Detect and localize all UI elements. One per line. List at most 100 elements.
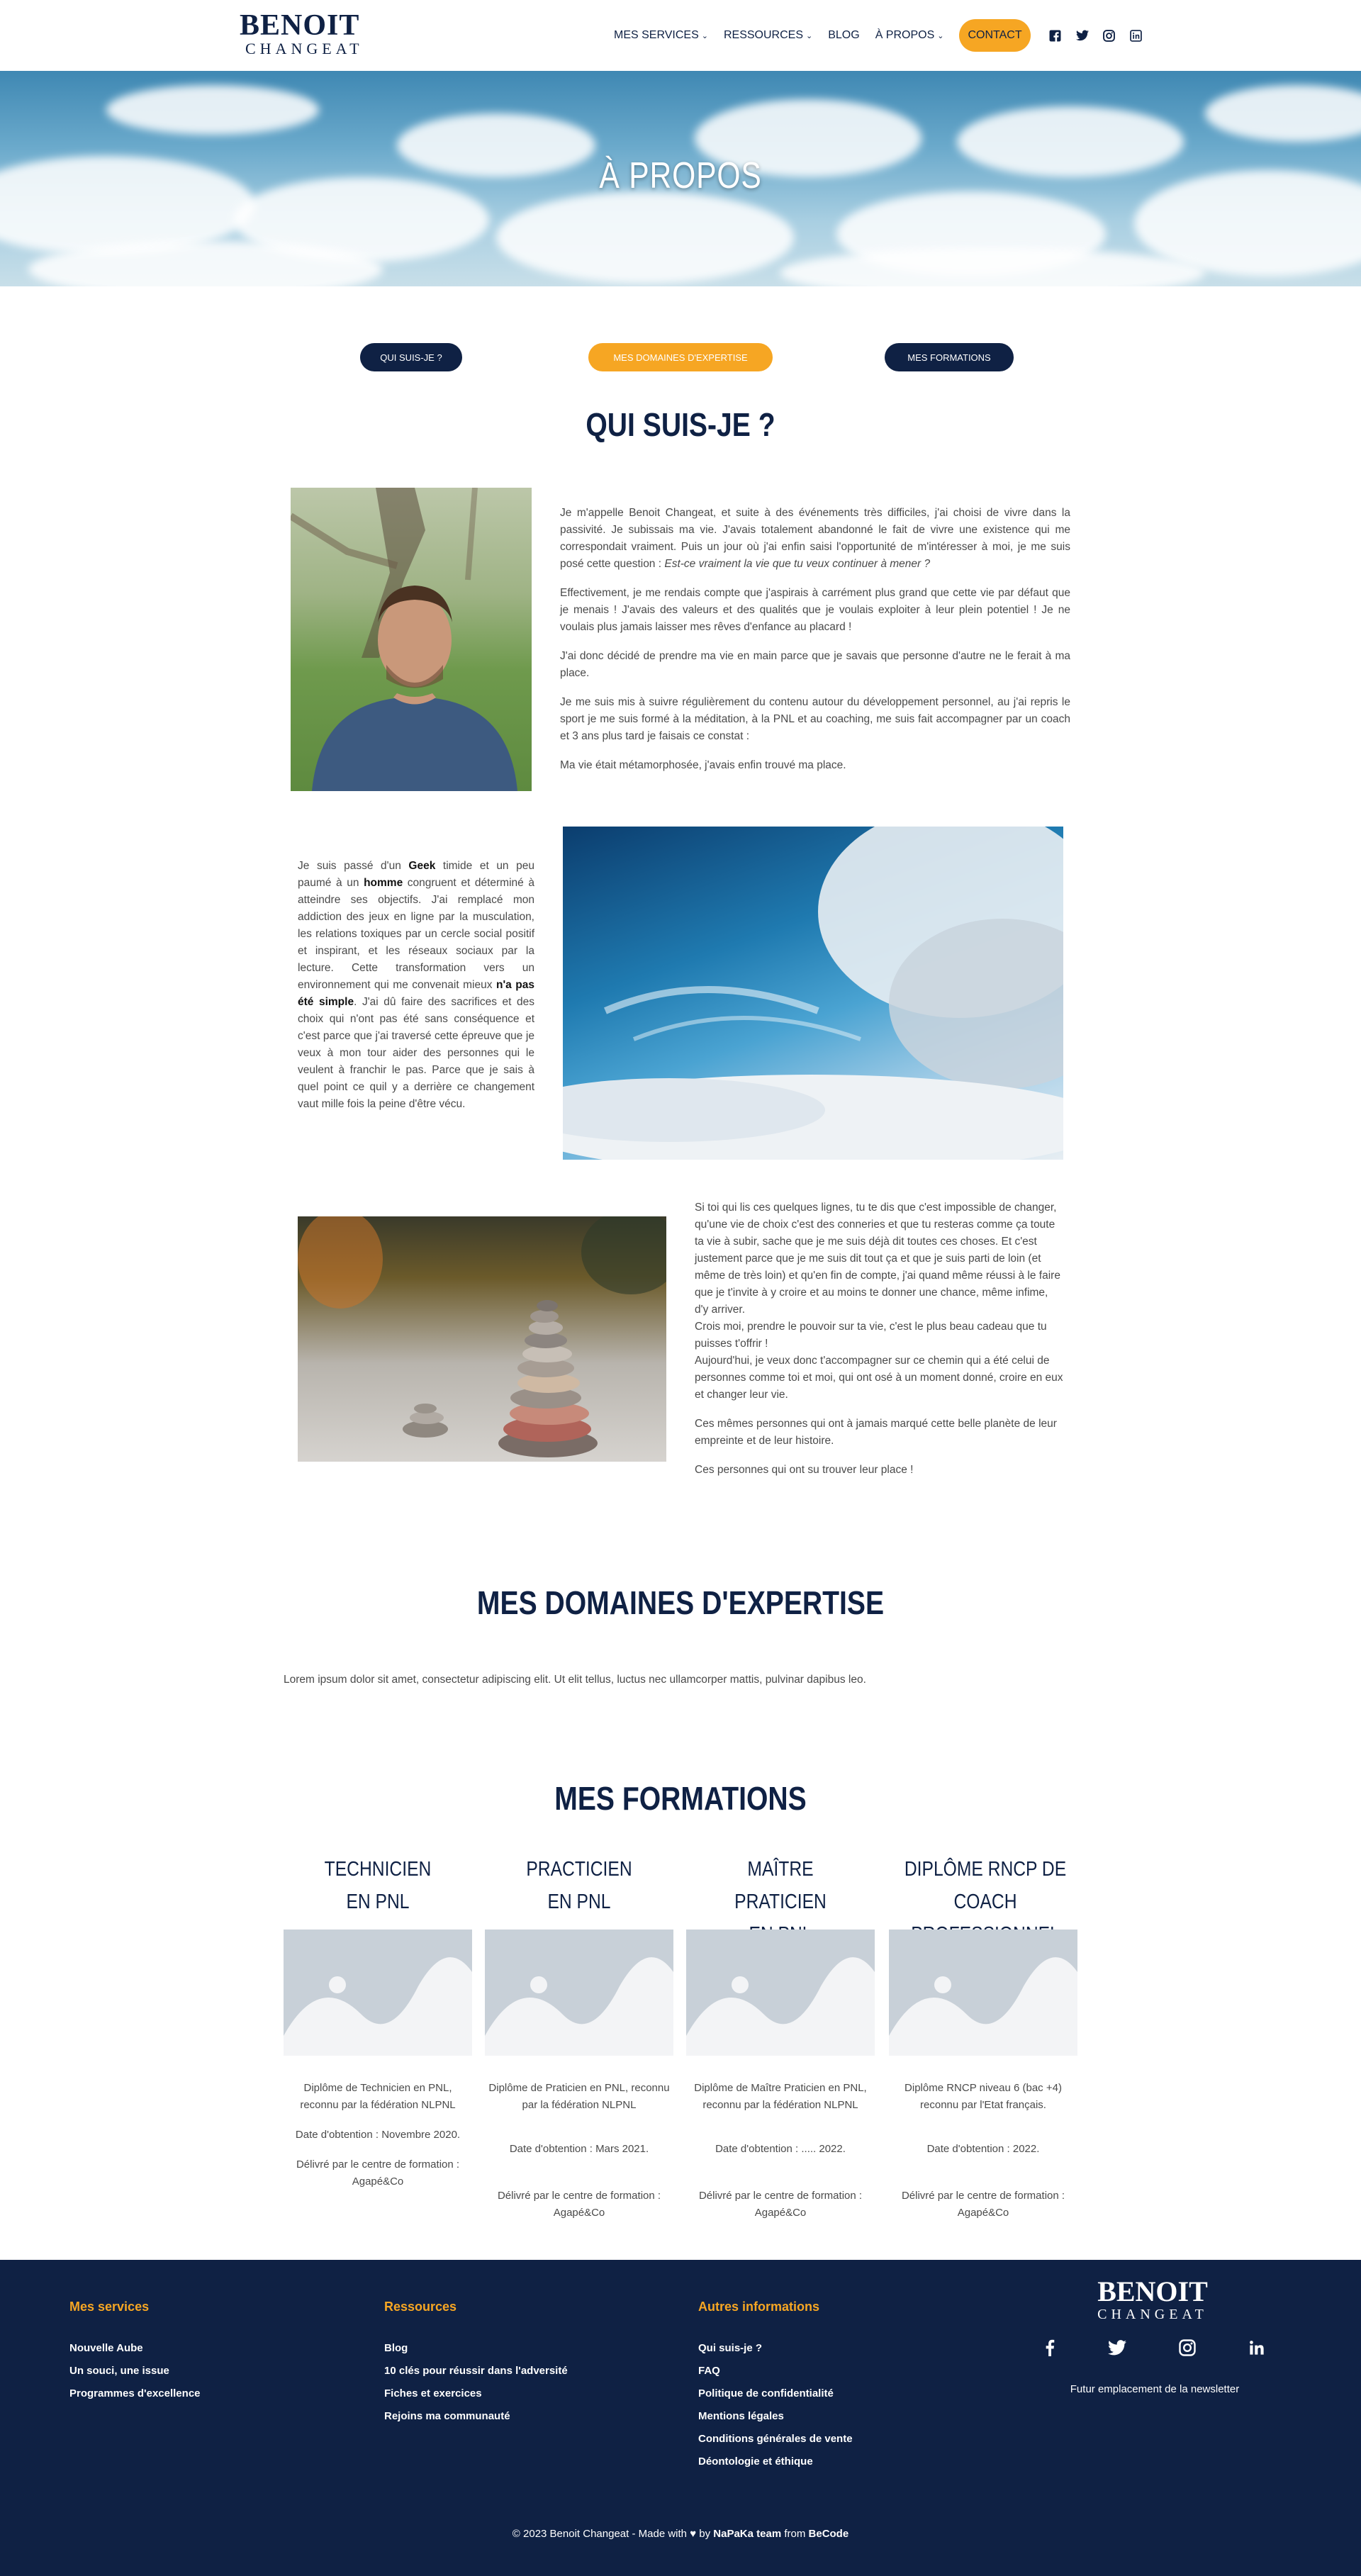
linkedin-icon[interactable] [1130,29,1143,42]
formation-center: Délivré par le centre de formation : Aga… [296,2158,460,2188]
qui-text-block-1: Je m'appelle Benoit Changeat, et suite à… [560,505,1070,786]
site-header: BENOIT CHANGEAT MES SERVICES ⌄ RESSOURCE… [0,0,1361,71]
footer-col-ressources: Ressources Blog 10 clés pour réussir dan… [384,2300,568,2428]
copyright: © 2023 Benoit Changeat - Made with ♥ by … [0,2528,1361,2540]
anchor-expertise[interactable]: MES DOMAINES D'EXPERTISE [588,343,773,371]
formation-card-text: Diplôme RNCP niveau 6 (bac +4) reconnu p… [892,2080,1075,2234]
qui-p1-question: Est-ce vraiment la vie que tu veux conti… [664,558,931,570]
footer-link[interactable]: FAQ [698,2360,853,2382]
formation-date: Date d'obtention : Mars 2021. [509,2143,649,2155]
nav-item-blog[interactable]: BLOG [828,29,859,42]
footer-link[interactable]: Fiches et exercices [384,2382,568,2405]
text-run: Je suis passé d'un [298,860,409,872]
chevron-down-icon: ⌄ [937,31,944,40]
text-bold: homme [364,877,403,889]
footer-link[interactable]: Qui suis-je ? [698,2337,853,2360]
formation-date: Date d'obtention : Novembre 2020. [295,2129,461,2141]
qui-paragraph: Ma vie était métamorphosée, j'avais enfi… [560,759,846,771]
expertise-text: Lorem ipsum dolor sit amet, consectetur … [284,1674,866,1686]
nav-item-services[interactable]: MES SERVICES ⌄ [614,29,708,42]
qui-text-block-2: Je suis passé d'un Geek timide et un peu… [298,858,534,1125]
formation-card-text: Diplôme de Praticien en PNL, reconnu par… [488,2080,671,2234]
image-placeholder-icon [686,1930,875,2056]
portrait-photo [291,488,532,791]
formation-title-line: TECHNICIEN [324,1858,432,1881]
formation-title-line: MAÎTRE PRATICIEN [734,1858,827,1913]
qui-paragraph: J'ai donc décidé de prendre ma vie en ma… [560,650,1070,679]
section-title-qui: QUI SUIS-JE ? [586,406,775,443]
qui-paragraph: Crois moi, prendre le pouvoir sur ta vie… [695,1321,1047,1350]
hero-title: À PROPOS [599,155,762,196]
twitter-icon[interactable] [1075,29,1089,42]
qui-paragraph: Ces mêmes personnes qui ont à jamais mar… [695,1418,1057,1447]
linkedin-icon[interactable] [1249,2340,1265,2356]
stacked-stones-photo [298,1216,666,1462]
logo-bottom-text: CHANGEAT [1097,2307,1208,2322]
twitter-icon[interactable] [1107,2340,1126,2356]
formation-desc: Diplôme de Technicien en PNL, reconnu pa… [300,2082,456,2111]
footer-link[interactable]: Rejoins ma communauté [384,2405,568,2428]
formation-date: Date d'obtention : 2022. [926,2143,1040,2155]
formation-date: Date d'obtention : ..... 2022. [715,2143,846,2155]
footer-heading: Mes services [69,2300,150,2314]
anchor-formations[interactable]: MES FORMATIONS [885,343,1014,371]
site-logo[interactable]: BENOIT CHANGEAT [240,10,367,60]
team-link[interactable]: NaPaKa team [713,2528,781,2540]
anchor-qui-suis-je[interactable]: QUI SUIS-JE ? [360,343,462,371]
nav-label: BLOG [828,29,860,41]
instagram-icon[interactable] [1179,2339,1197,2356]
footer-link[interactable]: Déontologie et éthique [698,2451,853,2473]
newsletter-placeholder: Futur emplacement de la newsletter [1070,2383,1240,2395]
footer-logo[interactable]: BENOIT CHANGEAT [1089,2275,1216,2323]
footer-link[interactable]: Programmes d'excellence [69,2382,201,2405]
footer-social [1038,2339,1272,2356]
formation-title-line: EN PNL [346,1891,410,1913]
heart-icon: ♥ [690,2528,697,2540]
qui-paragraph: Ces personnes qui ont su trouver leur pl… [695,1464,914,1476]
formation-card-title: PRACTICIEN EN PNL [499,1853,659,1918]
formation-card-title: TECHNICIEN EN PNL [298,1853,458,1918]
site-footer: Mes services Nouvelle Aube Un souci, une… [0,2260,1361,2576]
footer-link[interactable]: Nouvelle Aube [69,2337,201,2360]
formation-desc: Diplôme de Praticien en PNL, reconnu par… [488,2082,670,2111]
footer-heading: Autres informations [698,2300,820,2314]
instagram-icon[interactable] [1103,29,1116,42]
main-nav: MES SERVICES ⌄ RESSOURCES ⌄ BLOG À PROPO… [614,19,1157,52]
footer-link[interactable]: Un souci, une issue [69,2360,201,2382]
footer-link[interactable]: Politique de confidentialité [698,2382,853,2405]
formation-title-line: DIPLÔME RNCP DE [904,1858,1067,1881]
logo-top-text: BENOIT [1097,2275,1208,2307]
footer-link[interactable]: 10 clés pour réussir dans l'adversité [384,2360,568,2382]
nav-item-a-propos[interactable]: À PROPOS ⌄ [875,29,944,42]
footer-link[interactable]: Mentions légales [698,2405,853,2428]
becode-link[interactable]: BeCode [809,2528,849,2540]
sky-clouds-photo [563,827,1063,1160]
nav-label: RESSOURCES [723,29,803,41]
logo-bottom-text: CHANGEAT [245,40,364,57]
formation-center: Délivré par le centre de formation : Aga… [698,2190,863,2219]
nav-label: À PROPOS [875,29,935,41]
section-title-expertise: MES DOMAINES D'EXPERTISE [476,1584,885,1621]
facebook-icon[interactable] [1045,2339,1055,2356]
qui-paragraph: Je m'appelle Benoit Changeat, et suite à… [560,505,1070,573]
hero-banner: À PROPOS [0,71,1361,286]
formation-title-line: PRACTICIEN [526,1858,632,1881]
footer-col-services: Mes services Nouvelle Aube Un souci, une… [69,2300,201,2405]
nav-item-ressources[interactable]: RESSOURCES ⌄ [724,29,812,42]
text-run: congruent et déterminé à atteindre ses o… [298,877,534,991]
qui-paragraph: Effectivement, je me rendais compte que … [560,587,1070,633]
contact-button[interactable]: CONTACT [959,19,1031,52]
image-placeholder-icon [485,1930,673,2056]
facebook-icon[interactable] [1049,29,1062,42]
qui-text-block-3: Si toi qui lis ces quelques lignes, tu t… [695,1199,1063,1491]
formation-center: Délivré par le centre de formation : Aga… [497,2190,661,2219]
logo-top-text: BENOIT [240,9,360,42]
formation-center: Délivré par le centre de formation : Aga… [901,2190,1065,2219]
section-title-formations: MES FORMATIONS [554,1780,807,1817]
footer-link[interactable]: Blog [384,2337,568,2360]
chevron-down-icon: ⌄ [701,31,708,40]
text-bold: Geek [408,860,436,872]
copyright-text: by [699,2528,711,2540]
footer-link[interactable]: Conditions générales de vente [698,2428,853,2451]
image-placeholder-icon [889,1930,1077,2056]
